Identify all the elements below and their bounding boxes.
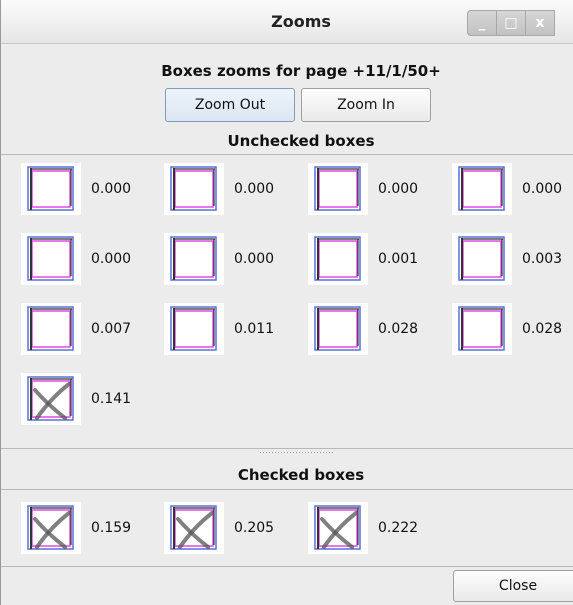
box-score-value: 0.222 (378, 520, 419, 536)
box-score-value: 0.000 (234, 251, 275, 267)
empty-box-thumbnail[interactable] (21, 163, 81, 215)
maximize-button[interactable]: □ (496, 10, 526, 36)
box-score-value: 0.000 (91, 251, 132, 267)
box-zoom-item[interactable]: 0.000 (452, 163, 573, 215)
close-button[interactable]: Close (453, 570, 573, 602)
box-score-value: 0.028 (522, 321, 563, 337)
splitter-handle[interactable] (259, 451, 335, 455)
box-score-value: 0.007 (91, 321, 132, 337)
empty-box-thumbnail[interactable] (452, 233, 512, 285)
minimize-button[interactable]: _ (467, 10, 497, 36)
zoom-in-button[interactable]: Zoom In (301, 88, 431, 122)
zoom-toolbar: Zoom Out Zoom In (165, 88, 431, 122)
box-zoom-item[interactable]: 0.000 (164, 163, 309, 215)
box-score-value: 0.205 (234, 520, 275, 536)
box-zoom-item[interactable]: 0.222 (308, 502, 453, 554)
empty-box-thumbnail[interactable] (21, 303, 81, 355)
empty-box-thumbnail[interactable] (308, 233, 368, 285)
empty-box-thumbnail[interactable] (164, 233, 224, 285)
box-score-value: 0.003 (522, 251, 563, 267)
box-zoom-item[interactable]: 0.000 (21, 233, 166, 285)
box-zoom-item[interactable]: 0.000 (308, 163, 453, 215)
box-zoom-item[interactable]: 0.159 (21, 502, 166, 554)
box-score-value: 0.000 (378, 181, 419, 197)
box-zoom-item[interactable]: 0.003 (452, 233, 573, 285)
box-zoom-item[interactable]: 0.001 (308, 233, 453, 285)
zooms-dialog: Zooms _ □ x Boxes zooms for page +11/1/5… (0, 0, 573, 605)
box-score-value: 0.159 (91, 520, 132, 536)
empty-box-thumbnail[interactable] (21, 233, 81, 285)
unchecked-boxes-panel: 0.000 0.000 0.000 0.000 0.000 0.000 0.001 0.003… (1, 154, 573, 449)
close-window-button[interactable]: x (525, 10, 555, 36)
empty-box-thumbnail[interactable] (164, 163, 224, 215)
title-bar[interactable]: Zooms _ □ x (1, 0, 573, 44)
checked-box-thumbnail[interactable] (21, 502, 81, 554)
checked-box-thumbnail[interactable] (21, 373, 81, 425)
box-zoom-item[interactable]: 0.028 (452, 303, 573, 355)
empty-box-thumbnail[interactable] (308, 303, 368, 355)
zoom-out-button[interactable]: Zoom Out (165, 88, 295, 122)
box-zoom-item[interactable]: 0.007 (21, 303, 166, 355)
box-zoom-item[interactable]: 0.000 (21, 163, 166, 215)
checked-boxes-panel: 0.159 0.205 0.222 (1, 489, 573, 567)
checked-box-thumbnail[interactable] (164, 502, 224, 554)
box-score-value: 0.011 (234, 321, 275, 337)
box-score-value: 0.000 (234, 181, 275, 197)
checked-heading: Checked boxes (237, 466, 365, 484)
checked-box-thumbnail[interactable] (308, 502, 368, 554)
empty-box-thumbnail[interactable] (452, 163, 512, 215)
box-score-value: 0.141 (91, 391, 132, 407)
empty-box-thumbnail[interactable] (164, 303, 224, 355)
box-score-value: 0.028 (378, 321, 419, 337)
empty-box-thumbnail[interactable] (452, 303, 512, 355)
box-zoom-item[interactable]: 0.205 (164, 502, 309, 554)
box-zoom-item[interactable]: 0.141 (21, 373, 166, 425)
box-zoom-item[interactable]: 0.011 (164, 303, 309, 355)
empty-box-thumbnail[interactable] (308, 163, 368, 215)
box-score-value: 0.000 (522, 181, 563, 197)
box-score-value: 0.000 (91, 181, 132, 197)
page-caption: Boxes zooms for page +11/1/50+ (161, 62, 441, 80)
window-controls: _ □ x (467, 10, 573, 36)
box-score-value: 0.001 (378, 251, 419, 267)
box-zoom-item[interactable]: 0.028 (308, 303, 453, 355)
box-zoom-item[interactable]: 0.000 (164, 233, 309, 285)
unchecked-heading: Unchecked boxes (227, 132, 375, 150)
